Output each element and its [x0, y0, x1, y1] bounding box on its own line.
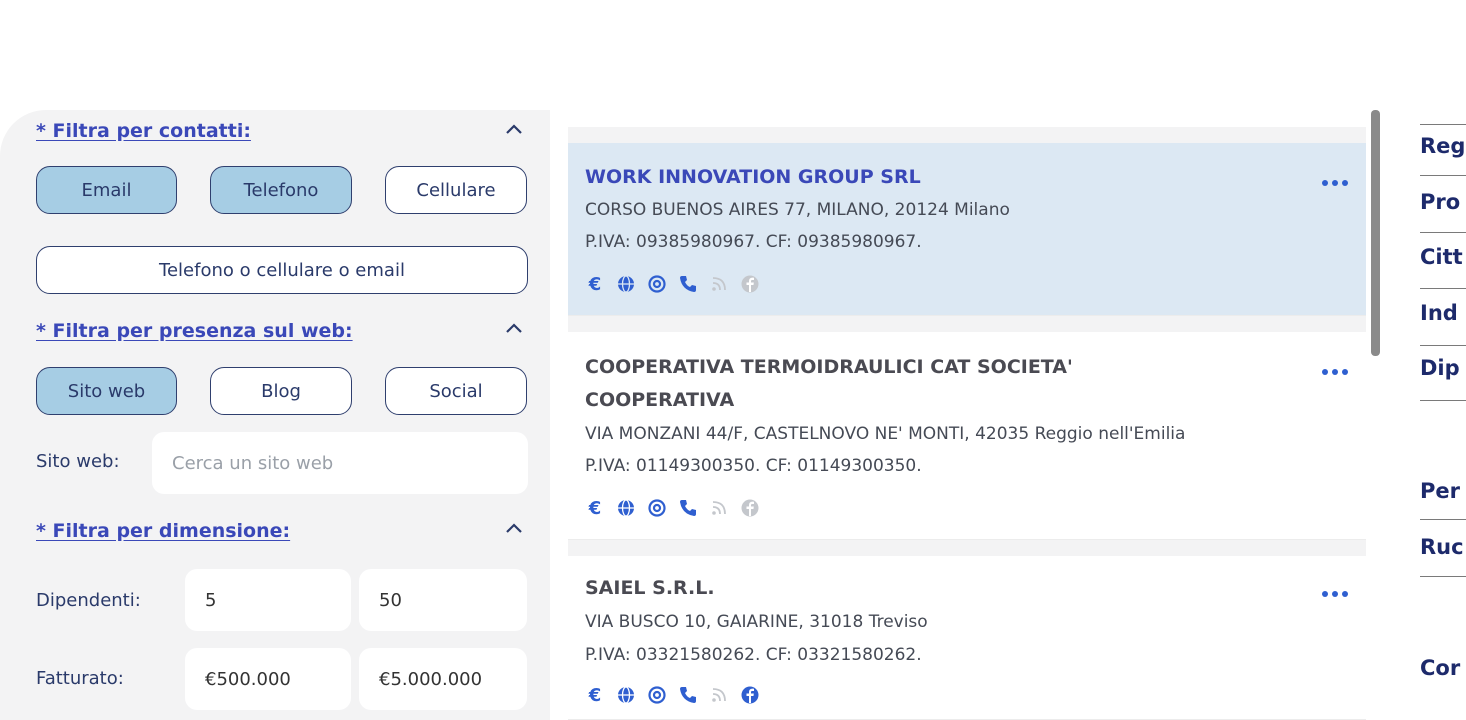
contact-icons: € — [585, 685, 760, 705]
nav-item-regione[interactable]: Reg — [1420, 134, 1465, 158]
divider — [1420, 288, 1466, 289]
phone-icon — [680, 500, 696, 516]
social-filter-button[interactable]: Social — [385, 367, 527, 415]
company-tax-ids: P.IVA: 09385980967. CF: 09385980967. — [585, 232, 922, 252]
company-address: CORSO BUENOS AIRES 77, MILANO, 20124 Mil… — [585, 200, 1010, 220]
company-tax-ids: P.IVA: 03321580262. CF: 03321580262. — [585, 645, 922, 665]
divider — [1420, 175, 1466, 176]
blog-filter-button[interactable]: Blog — [210, 367, 352, 415]
contacts-filter-title[interactable]: * Filtra per contatti: — [36, 120, 251, 142]
divider — [1420, 345, 1466, 346]
company-card[interactable]: WORK INNOVATION GROUP SRL CORSO BUENOS A… — [568, 143, 1366, 316]
company-name[interactable]: SAIEL S.R.L. — [585, 572, 715, 604]
at-icon — [648, 686, 666, 704]
more-options-icon[interactable] — [1321, 179, 1349, 187]
nav-item-indirizzo[interactable]: Ind — [1420, 301, 1458, 325]
more-options-icon[interactable] — [1321, 368, 1349, 376]
at-icon — [648, 499, 666, 517]
email-filter-button[interactable]: Email — [36, 166, 177, 214]
euro-icon: € — [588, 274, 602, 294]
telefono-filter-button[interactable]: Telefono — [210, 166, 352, 214]
size-filter-title[interactable]: * Filtra per dimensione: — [36, 520, 290, 542]
nav-item-dipendenti[interactable]: Dip — [1420, 356, 1460, 380]
euro-icon: € — [588, 498, 602, 518]
divider — [1420, 519, 1466, 520]
phone-icon — [680, 687, 696, 703]
rss-icon — [712, 501, 726, 515]
euro-icon: € — [588, 685, 602, 705]
rss-icon — [712, 688, 726, 702]
chevron-up-icon[interactable] — [503, 118, 525, 140]
employees-max-input[interactable]: 50 — [359, 569, 527, 631]
phone-icon — [680, 276, 696, 292]
nav-item-provincia[interactable]: Pro — [1420, 190, 1460, 214]
svg-text:€: € — [588, 274, 602, 294]
contact-icons: € — [585, 274, 760, 294]
company-name-continued[interactable]: COOPERATIVA — [585, 384, 734, 416]
divider — [1420, 124, 1466, 125]
employees-label: Dipendenti: — [36, 590, 141, 611]
results-scrollbar[interactable] — [1371, 110, 1380, 356]
svg-text:€: € — [588, 685, 602, 705]
revenue-label: Fatturato: — [36, 668, 124, 689]
company-name[interactable]: COOPERATIVA TERMOIDRAULICI CAT SOCIETA' — [585, 351, 1073, 383]
globe-icon — [618, 275, 634, 293]
cellulare-filter-button[interactable]: Cellulare — [385, 166, 527, 214]
facebook-icon — [741, 275, 759, 293]
facebook-icon — [741, 686, 759, 704]
employees-min-input[interactable]: 5 — [185, 569, 351, 631]
sito-web-filter-button[interactable]: Sito web — [36, 367, 177, 415]
divider — [1420, 232, 1466, 233]
divider — [1420, 400, 1466, 401]
company-name[interactable]: WORK INNOVATION GROUP SRL — [585, 161, 921, 193]
filter-panel: * Filtra per contatti: Email Telefono Ce… — [0, 110, 550, 720]
rss-icon — [712, 277, 726, 291]
at-icon — [648, 275, 666, 293]
site-field-label: Sito web: — [36, 451, 120, 472]
revenue-min-input[interactable]: €500.000 — [185, 648, 351, 710]
web-filter-title[interactable]: * Filtra per presenza sul web: — [36, 320, 353, 342]
card-separator — [568, 316, 1366, 332]
nav-item-persona[interactable]: Per — [1420, 479, 1460, 503]
results-list-top — [568, 127, 1366, 143]
company-tax-ids: P.IVA: 01149300350. CF: 01149300350. — [585, 456, 922, 476]
more-options-icon[interactable] — [1321, 590, 1349, 598]
any-contact-filter-button[interactable]: Telefono o cellulare o email — [36, 246, 528, 294]
chevron-up-icon[interactable] — [503, 517, 525, 539]
revenue-max-input[interactable]: €5.000.000 — [359, 648, 527, 710]
chevron-up-icon[interactable] — [503, 317, 525, 339]
svg-text:€: € — [588, 498, 602, 518]
company-card[interactable]: SAIEL S.R.L. VIA BUSCO 10, GAIARINE, 310… — [568, 556, 1366, 720]
nav-item-contatti[interactable]: Cor — [1420, 656, 1460, 680]
globe-icon — [618, 499, 634, 517]
right-detail-nav: Reg Pro Citt Ind Dip Per Ruc Cor — [1420, 110, 1466, 720]
site-search-input[interactable]: Cerca un sito web — [152, 432, 528, 494]
nav-item-citta[interactable]: Citt — [1420, 245, 1463, 269]
nav-item-ruolo[interactable]: Ruc — [1420, 535, 1464, 559]
facebook-icon — [741, 499, 759, 517]
company-address: VIA BUSCO 10, GAIARINE, 31018 Treviso — [585, 612, 928, 632]
contact-icons: € — [585, 498, 760, 518]
card-separator — [568, 540, 1366, 556]
globe-icon — [618, 686, 634, 704]
company-address: VIA MONZANI 44/F, CASTELNOVO NE' MONTI, … — [585, 424, 1186, 444]
divider — [1420, 576, 1466, 577]
company-card[interactable]: COOPERATIVA TERMOIDRAULICI CAT SOCIETA' … — [568, 332, 1366, 540]
